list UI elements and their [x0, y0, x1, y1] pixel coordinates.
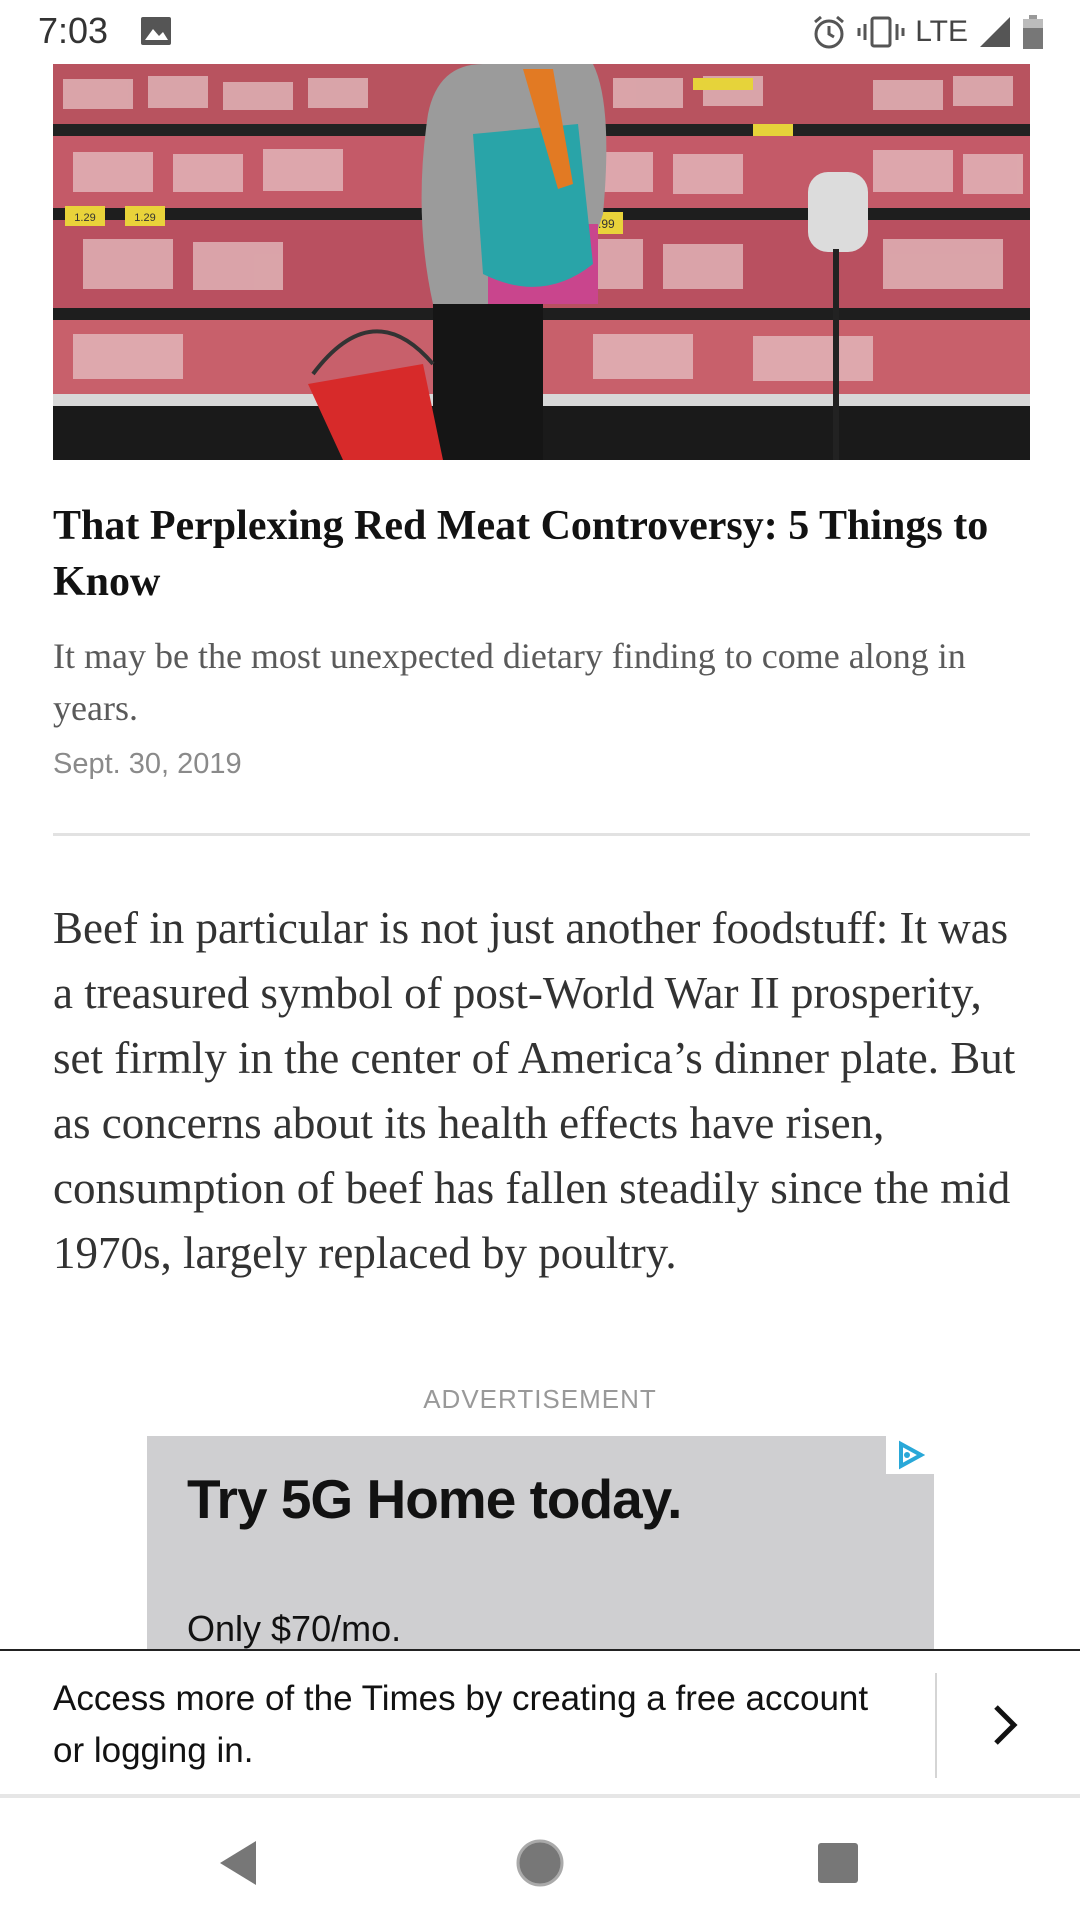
- back-icon[interactable]: [208, 1833, 268, 1893]
- ad-headline: Try 5G Home today.: [187, 1468, 682, 1530]
- account-prompt-banner[interactable]: Access more of the Times by creating a f…: [0, 1649, 1080, 1798]
- image-icon: [141, 17, 171, 45]
- teaser-summary: It may be the most unexpected dietary fi…: [53, 636, 966, 728]
- photo-icon: 1.29 1.29 2.99: [53, 64, 1030, 460]
- adchoices-icon[interactable]: [886, 1436, 934, 1474]
- ad-price: Only $70/mo.: [187, 1608, 402, 1649]
- status-time: 7:03: [38, 10, 109, 51]
- signal-icon: [980, 17, 1010, 47]
- screen: 7:03 LTE 1.29 1.29 2.99 That Perplexing …: [0, 0, 1080, 1920]
- price-tag: 1.29: [74, 212, 95, 224]
- home-icon[interactable]: [510, 1833, 570, 1893]
- banner-separator: [935, 1673, 937, 1778]
- chevron-right-icon[interactable]: [980, 1695, 1030, 1755]
- teaser-date: Sept. 30, 2019: [53, 748, 242, 780]
- alarm-icon: [814, 15, 845, 49]
- article-paragraph: Beef in particular is not just another f…: [53, 903, 1016, 1278]
- advertisement-label: ADVERTISEMENT: [423, 1384, 657, 1414]
- account-prompt-text: Access more of the Times by creating a f…: [53, 1679, 869, 1770]
- advertisement-banner[interactable]: Try 5G Home today. Only $70/mo.: [147, 1436, 934, 1651]
- network-type: LTE: [915, 15, 968, 48]
- status-bar: 7:03 LTE: [0, 0, 1080, 64]
- price-tag: 1.29: [134, 212, 155, 224]
- status-icons: LTE: [811, 12, 1044, 52]
- system-navigation-bar: [0, 1798, 1080, 1920]
- article-hero-image[interactable]: 1.29 1.29 2.99: [53, 64, 1030, 460]
- recents-icon[interactable]: [808, 1833, 868, 1893]
- teaser-headline-link[interactable]: That Perplexing Red Meat Controversy: 5 …: [53, 498, 1013, 610]
- vibrate-icon: [857, 16, 905, 48]
- divider: [53, 833, 1030, 836]
- battery-icon: [1023, 15, 1043, 49]
